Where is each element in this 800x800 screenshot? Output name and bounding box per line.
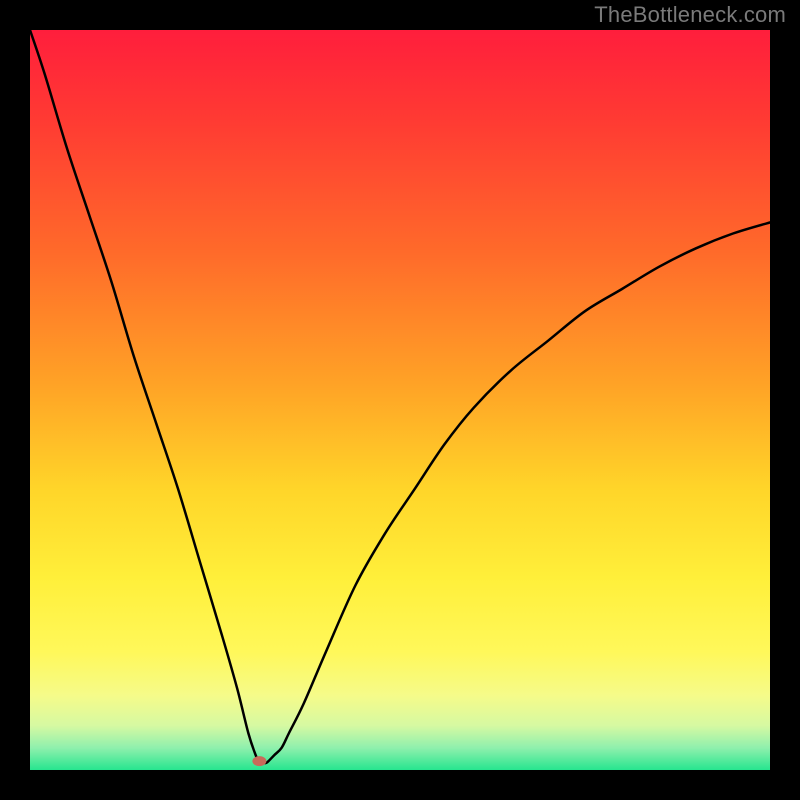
watermark-text: TheBottleneck.com bbox=[594, 2, 786, 28]
chart-svg bbox=[30, 30, 770, 770]
chart-background bbox=[30, 30, 770, 770]
chart-frame: TheBottleneck.com bbox=[0, 0, 800, 800]
minimum-marker bbox=[252, 756, 266, 766]
plot-area bbox=[30, 30, 770, 770]
